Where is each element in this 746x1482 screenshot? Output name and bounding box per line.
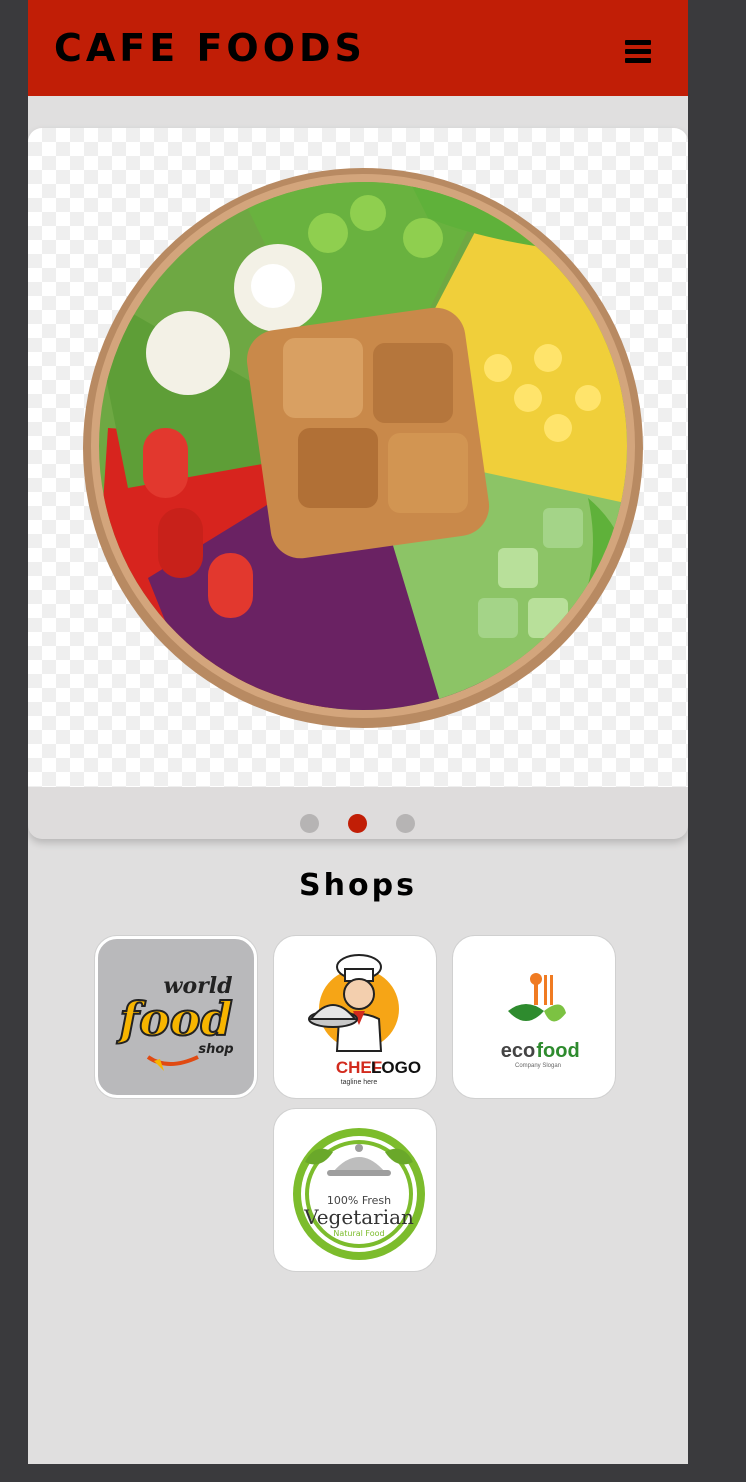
- app-screen: CAFE FOODS Shops world food shop CHEF LO…: [28, 0, 688, 1464]
- top-app-bar: CAFE FOODS: [28, 0, 688, 96]
- shops-heading: Shops: [299, 868, 417, 903]
- eco-food-logo: eco food Company Slogan: [501, 973, 580, 1069]
- world-food-shop-logo: world food shop: [115, 973, 234, 1071]
- shop-card-chef[interactable]: CHEF LOGO tagline here: [274, 936, 436, 1098]
- svg-text:eco: eco: [501, 1040, 535, 1062]
- carousel-dot-3[interactable]: [396, 814, 415, 833]
- svg-text:food: food: [116, 992, 232, 1046]
- svg-text:tagline here: tagline here: [341, 1079, 378, 1086]
- svg-text:LOGO: LOGO: [371, 1058, 421, 1077]
- shop-card-vegetarian[interactable]: 100% Fresh Vegetarian Natural Food: [274, 1109, 436, 1271]
- app-title: CAFE FOODS: [54, 26, 366, 70]
- svg-text:Natural Food: Natural Food: [333, 1229, 384, 1238]
- carousel-dot-1[interactable]: [300, 814, 319, 833]
- vegetarian-logo: 100% Fresh Vegetarian Natural Food: [293, 1128, 425, 1260]
- svg-text:Company Slogan: Company Slogan: [515, 1063, 561, 1069]
- chef-logo: CHEF LOGO tagline here: [308, 954, 421, 1086]
- svg-text:food: food: [536, 1040, 579, 1062]
- svg-text:shop: shop: [198, 1042, 233, 1057]
- image-carousel[interactable]: [28, 128, 688, 839]
- shop-card-eco-food[interactable]: eco food Company Slogan: [453, 936, 615, 1098]
- carousel-dot-2[interactable]: [348, 814, 367, 833]
- shop-card-world-food[interactable]: world food shop: [95, 936, 257, 1098]
- salad-bowl-image: [28, 128, 688, 787]
- svg-text:Vegetarian: Vegetarian: [303, 1205, 414, 1229]
- hamburger-menu-icon[interactable]: [625, 40, 651, 64]
